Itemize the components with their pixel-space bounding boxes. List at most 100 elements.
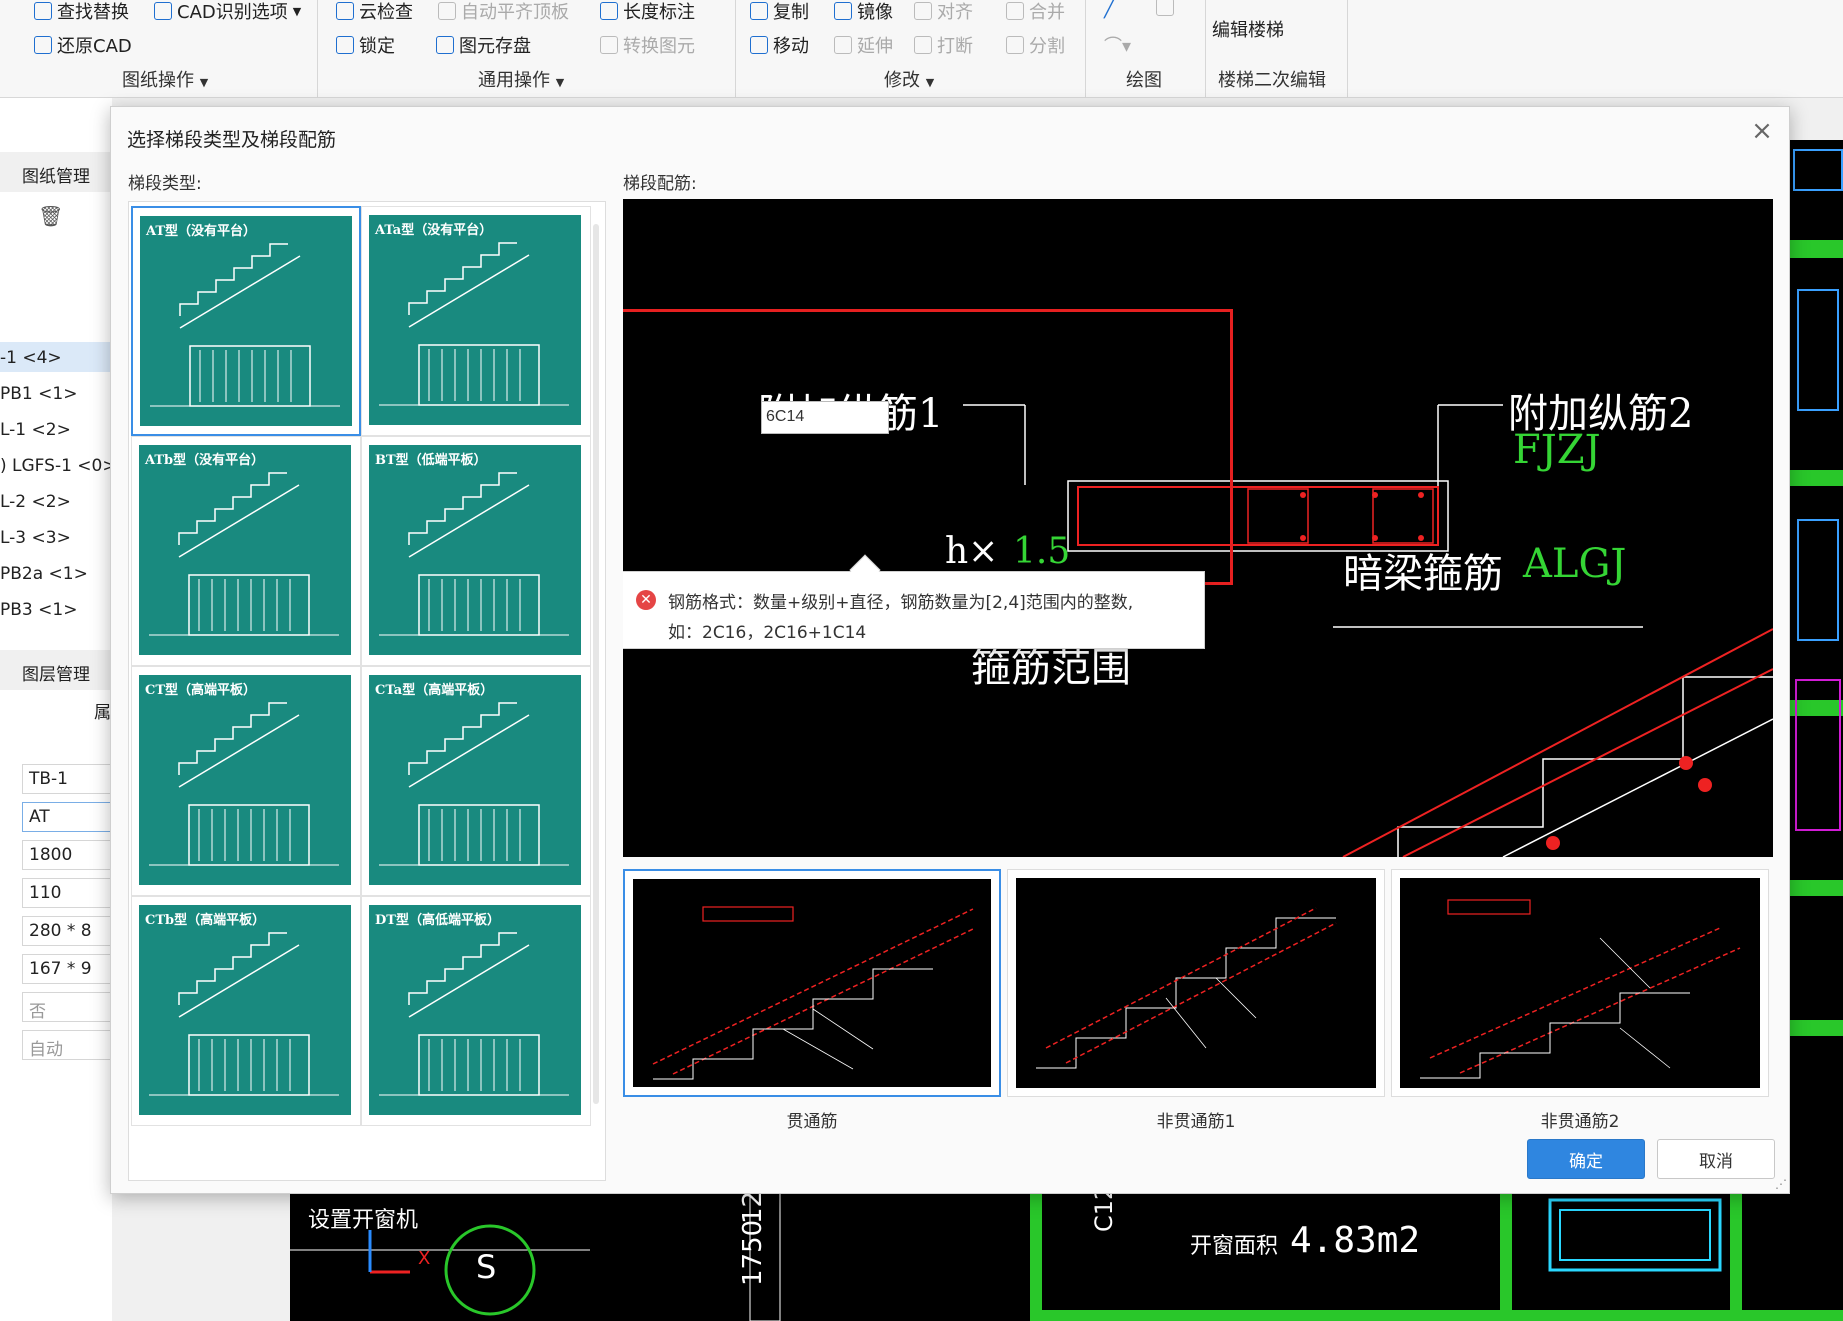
- cad-canvas-right[interactable]: [1790, 140, 1843, 1190]
- rebar-thumb-through[interactable]: [623, 869, 1001, 1097]
- rebar-label: 梯段配筋:: [623, 174, 697, 194]
- arc-tool-button[interactable]: ⌒▾: [1104, 32, 1131, 58]
- extend-icon: [834, 36, 852, 54]
- cad-options-icon: [154, 2, 172, 20]
- extra-long-bar-2-code[interactable]: FJZJ: [1513, 427, 1601, 473]
- copy-button[interactable]: 复制: [750, 0, 809, 24]
- cad-dimension: 1750: [738, 1219, 768, 1286]
- ribbon-group-label: 绘图: [1126, 70, 1162, 91]
- property-value[interactable]: 自动: [22, 1030, 112, 1060]
- property-value[interactable]: 167 * 9: [22, 954, 112, 984]
- list-item[interactable]: PB1 <1>: [0, 384, 77, 404]
- rebar-preview: 附加纵筋1 6C14 附加纵筋2 FJZJ 暗梁箍筋 ALGJ h× 1.5 箍…: [623, 199, 1773, 857]
- stair-type-card-ata[interactable]: ATa型（没有平台）: [361, 206, 591, 436]
- stair-type-card-ct[interactable]: CT型（高端平板）: [131, 666, 361, 896]
- stair-type-diagram: ATb型（没有平台）: [139, 445, 351, 655]
- mirror-icon: [834, 2, 852, 20]
- rebar-thumb-non-through-1[interactable]: [1007, 869, 1385, 1097]
- convert-element-button[interactable]: 转换图元: [600, 32, 695, 58]
- find-replace-button[interactable]: 查找替换: [34, 0, 129, 24]
- stair-type-card-dt[interactable]: DT型（高低端平板）: [361, 896, 591, 1126]
- stair-type-card-atb[interactable]: ATb型（没有平台）: [131, 436, 361, 666]
- ribbon-toolbar: 查找替换 CAD识别选项 ▼ 还原CAD 图纸操作 ▼ 云检查 自动平齐顶板 长度…: [0, 0, 1843, 98]
- list-item[interactable]: ) LGFS-1 <0>: [0, 456, 117, 476]
- property-value[interactable]: TB-1: [22, 764, 112, 794]
- list-item[interactable]: -1 <4>: [0, 348, 62, 368]
- length-dimension-button[interactable]: 长度标注: [600, 0, 695, 24]
- cad-recognize-options-button[interactable]: CAD识别选项 ▼: [154, 0, 301, 24]
- hidden-beam-stirrup-code[interactable]: ALGJ: [1523, 541, 1626, 587]
- confirm-button[interactable]: 确定: [1527, 1139, 1645, 1179]
- cad-label: S: [476, 1248, 497, 1286]
- rebar-thumb-caption: 贯通筋: [786, 1112, 838, 1132]
- vertical-scrollbar[interactable]: [593, 224, 599, 1104]
- line-tool-button[interactable]: ╱: [1104, 0, 1115, 19]
- element-save-button[interactable]: 图元存盘: [436, 32, 531, 58]
- property-value[interactable]: 280 * 8: [22, 916, 112, 946]
- align-top-icon: [438, 2, 456, 20]
- extend-button[interactable]: 延伸: [834, 32, 893, 58]
- list-item[interactable]: PB2a <1>: [0, 564, 88, 584]
- ribbon-group-label[interactable]: 修改 ▼: [884, 66, 934, 92]
- trash-icon[interactable]: 🗑: [38, 204, 63, 228]
- rebar-thumb-diagram: [633, 879, 991, 1087]
- types-label: 梯段类型:: [128, 174, 202, 194]
- ribbon-group-label[interactable]: 图纸操作 ▼: [122, 66, 208, 92]
- layer-management-tab[interactable]: 图层管理: [0, 650, 112, 690]
- list-item[interactable]: PB3 <1>: [0, 600, 77, 620]
- rect-icon: [1156, 0, 1174, 16]
- split-icon: [1006, 36, 1024, 54]
- rebar-thumb-caption: 非贯通筋2: [1540, 1112, 1620, 1132]
- split-button[interactable]: 分割: [1006, 32, 1065, 58]
- drawing-management-tab[interactable]: 图纸管理: [0, 152, 112, 192]
- property-value[interactable]: 1800: [22, 840, 112, 870]
- rebar-thumb-non-through-2[interactable]: [1391, 869, 1769, 1097]
- stair-type-card-ctb[interactable]: CTb型（高端平板）: [131, 896, 361, 1126]
- merge-button[interactable]: 合并: [1006, 0, 1065, 24]
- chevron-down-icon: ▼: [292, 4, 302, 18]
- ribbon-group-draw: ╱ ⌒▾ 绘图: [1086, 0, 1206, 98]
- cancel-button[interactable]: 取消: [1657, 1139, 1775, 1179]
- convert-icon: [600, 36, 618, 54]
- error-message-line1: 钢筋格式：数量+级别+直径，钢筋数量为[2,4]范围内的整数,: [668, 593, 1134, 613]
- cloud-check-icon: [336, 2, 354, 20]
- cad-canvas[interactable]: 设置开窗机 X S 1750 120 C12 开窗面积 4.83m2: [290, 1190, 1843, 1321]
- rect-tool-button[interactable]: [1156, 0, 1174, 16]
- stair-type-card-at[interactable]: AT型（没有平台）: [131, 206, 361, 436]
- property-value[interactable]: 110: [22, 878, 112, 908]
- lock-button[interactable]: 锁定: [336, 32, 395, 58]
- property-value[interactable]: 否: [22, 992, 112, 1022]
- list-item[interactable]: L-1 <2>: [0, 420, 71, 440]
- edit-stair-button[interactable]: 编辑楼梯: [1212, 16, 1284, 42]
- list-item[interactable]: L-2 <2>: [0, 492, 71, 512]
- cad-dimension: 120: [738, 1190, 768, 1224]
- ribbon-group-stair-edit: 编辑楼梯 楼梯二次编辑: [1206, 0, 1348, 98]
- break-button[interactable]: 打断: [914, 32, 973, 58]
- move-button[interactable]: 移动: [750, 32, 809, 58]
- stair-type-diagram: CTa型（高端平板）: [369, 675, 581, 885]
- chevron-down-icon: ▼: [199, 76, 209, 89]
- align-icon: [914, 2, 932, 20]
- close-icon[interactable]: ×: [1749, 118, 1775, 145]
- property-value[interactable]: AT: [22, 802, 112, 832]
- stair-type-dialog: 选择梯段类型及梯段配筋 × 梯段类型: 梯段配筋: AT型（没有平台） ATa型…: [110, 106, 1790, 1194]
- ribbon-group-label[interactable]: 通用操作 ▼: [478, 66, 564, 92]
- cad-label: 开窗面积: [1190, 1234, 1279, 1259]
- move-icon: [750, 36, 768, 54]
- error-tooltip: ✕ 钢筋格式：数量+级别+直径，钢筋数量为[2,4]范围内的整数, 如：2C16…: [623, 554, 1205, 649]
- align-button[interactable]: 对齐: [914, 0, 973, 24]
- resize-grip-icon[interactable]: ⋰: [1775, 1177, 1787, 1191]
- property-column-header: 属: [94, 703, 111, 723]
- stair-type-diagram: CTb型（高端平板）: [139, 905, 351, 1115]
- save-element-icon: [436, 36, 454, 54]
- restore-cad-button[interactable]: 还原CAD: [34, 32, 132, 58]
- list-item[interactable]: L-3 <3>: [0, 528, 71, 548]
- copy-icon: [750, 2, 768, 20]
- cloud-check-button[interactable]: 云检查: [336, 0, 413, 24]
- stair-type-card-bt[interactable]: BT型（低端平板）: [361, 436, 591, 666]
- highlight-box: [623, 309, 1233, 585]
- stair-type-card-cta[interactable]: CTa型（高端平板）: [361, 666, 591, 896]
- auto-align-slab-button[interactable]: 自动平齐顶板: [438, 0, 569, 24]
- mirror-button[interactable]: 镜像: [834, 0, 893, 24]
- cad-label: 设置开窗机: [308, 1208, 419, 1233]
